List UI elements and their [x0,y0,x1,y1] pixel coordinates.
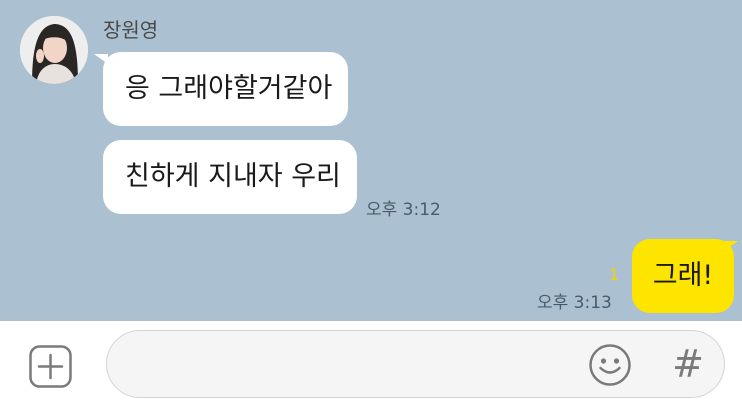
message-input[interactable] [106,330,725,398]
avatar-photo [20,16,88,84]
message-timestamp: 오후 3:12 [366,200,441,220]
message-timestamp: 오후 3:13 [537,293,612,313]
chat-area: 장원영 응 그래야할거같아 친하게 지내자 우리 오후 3:12 1 오후 3:… [0,0,742,321]
outgoing-message-bubble[interactable]: 그래! [632,239,734,313]
unread-count: 1 [609,265,620,284]
hashtag-search-button[interactable]: # [668,344,708,384]
smiley-icon[interactable] [588,343,632,387]
sender-avatar[interactable] [20,16,88,84]
plus-square-icon[interactable] [29,345,72,388]
incoming-message-bubble[interactable]: 친하게 지내자 우리 [103,140,357,214]
incoming-message-bubble[interactable]: 응 그래야할거같아 [103,52,348,126]
sender-name: 장원영 [103,18,159,42]
